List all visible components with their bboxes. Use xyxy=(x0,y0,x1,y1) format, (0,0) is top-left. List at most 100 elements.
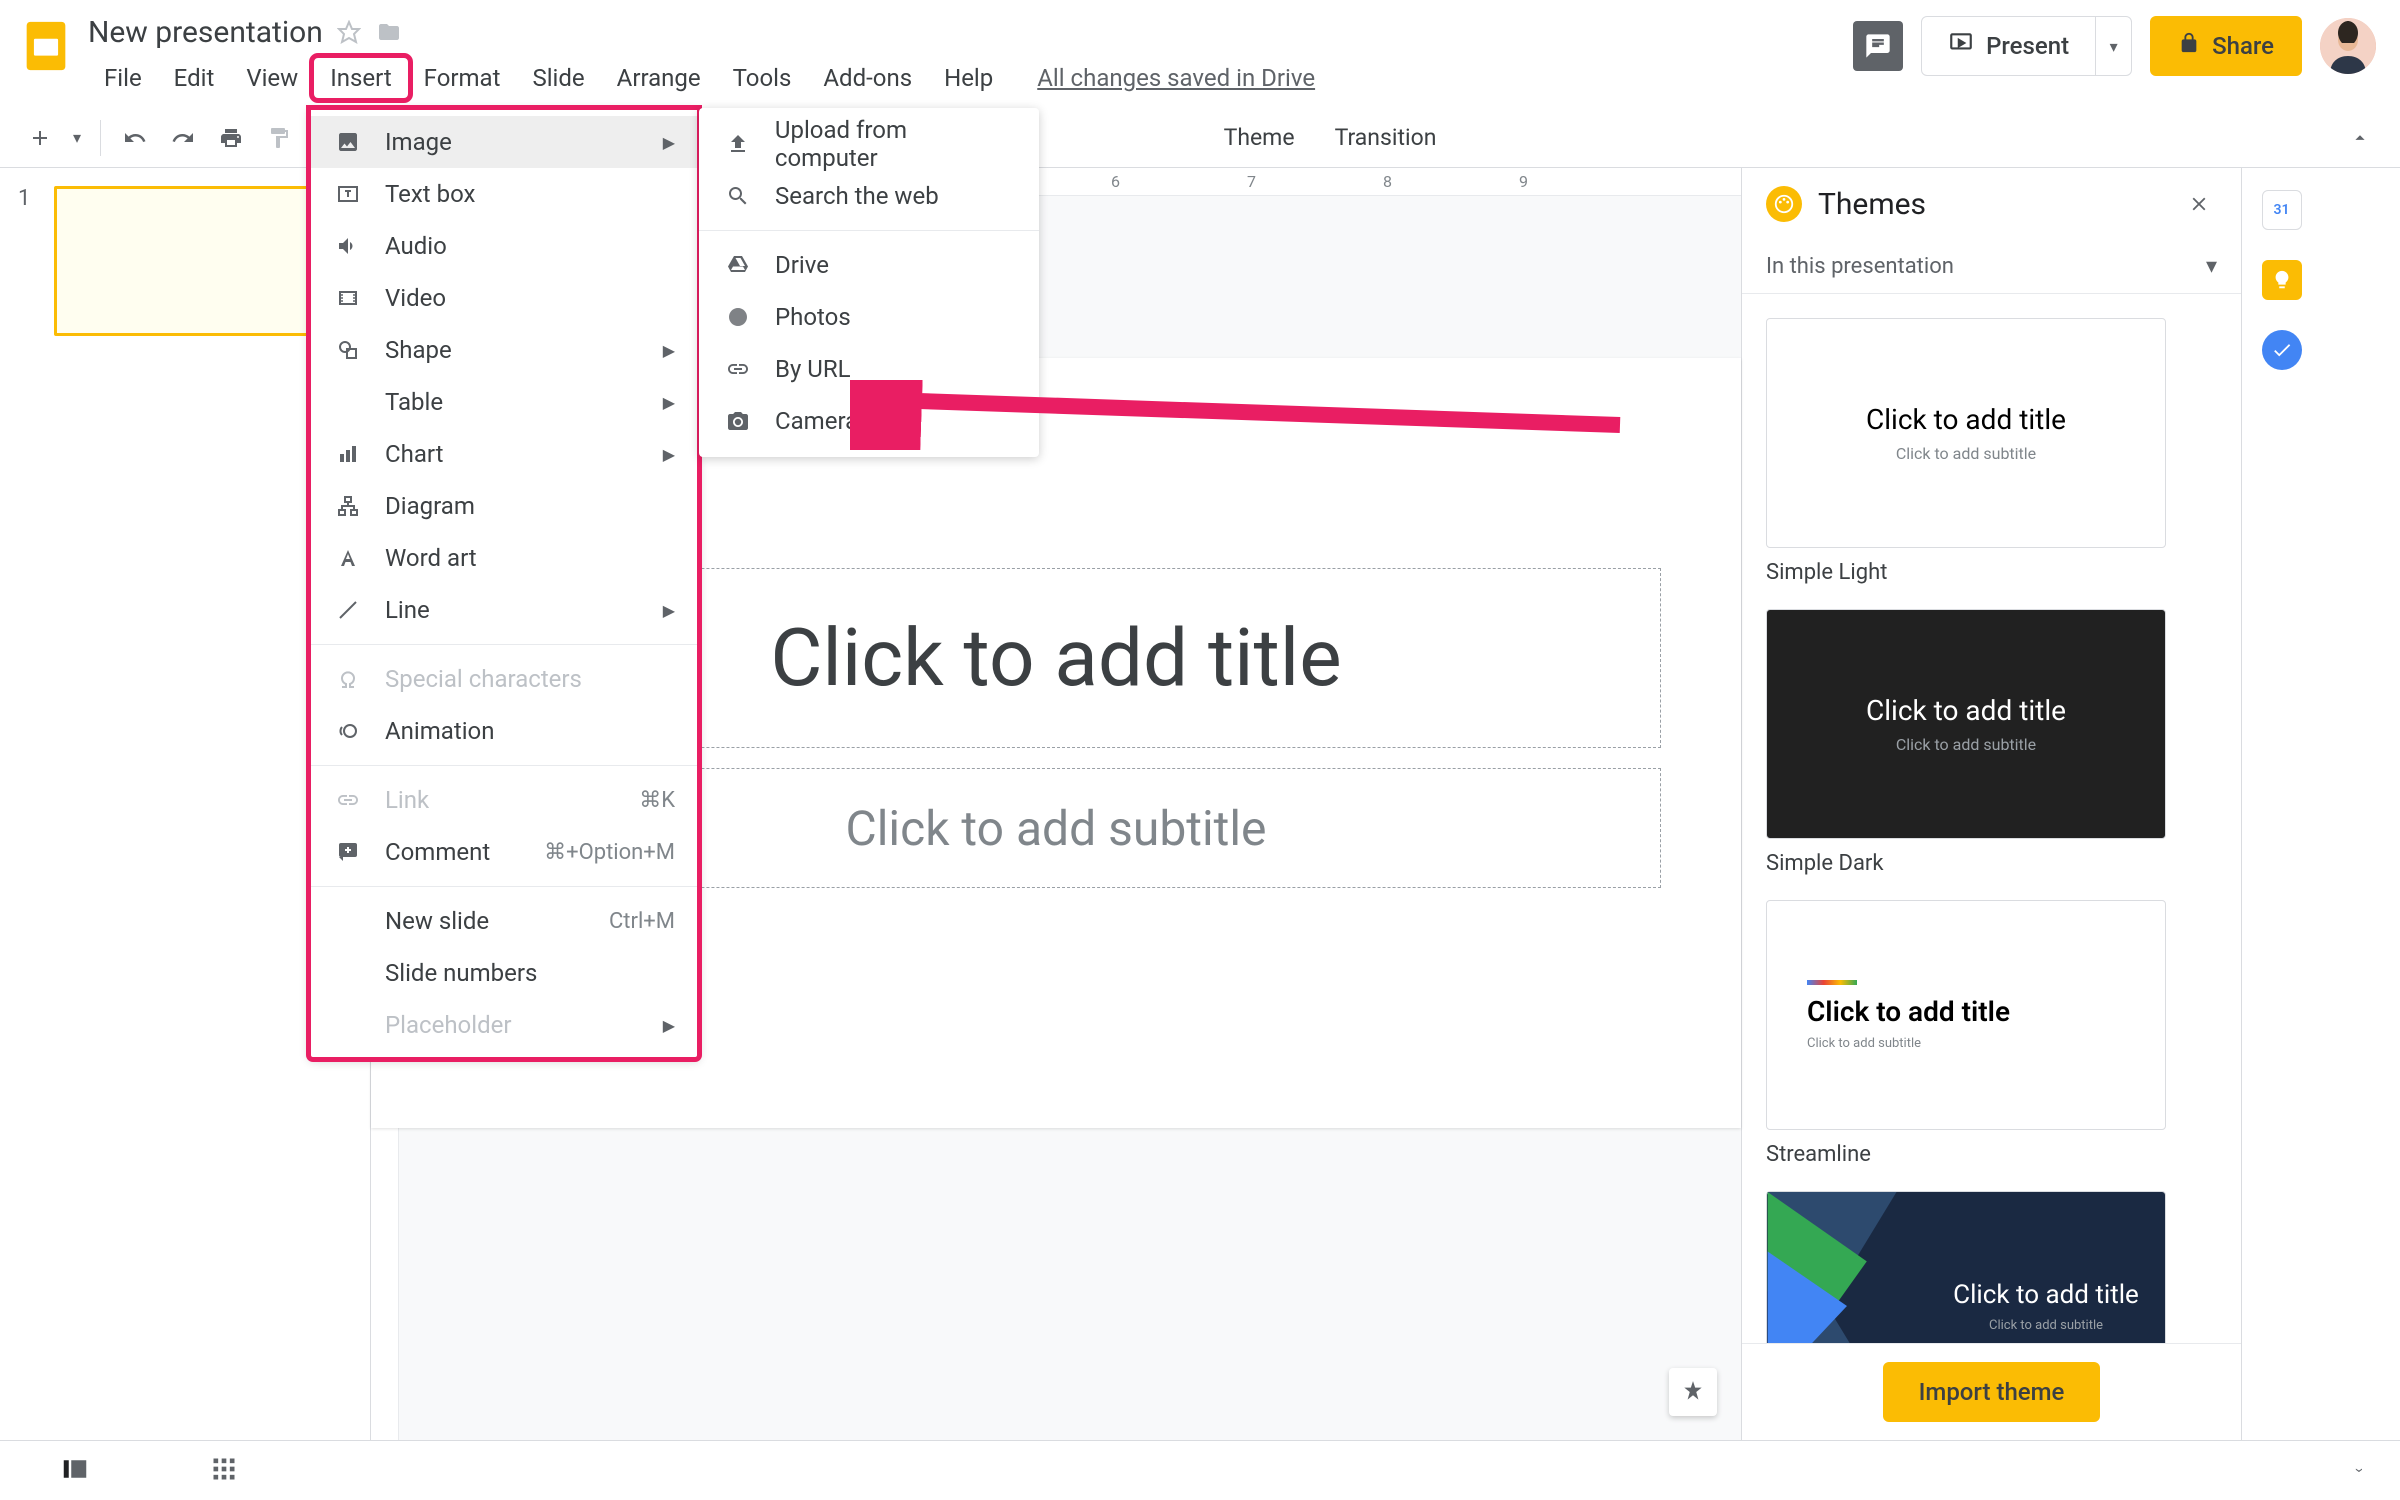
omega-icon xyxy=(333,667,363,691)
toolbar-theme[interactable]: Theme xyxy=(1206,124,1313,151)
image-upload-computer[interactable]: Upload from computer xyxy=(699,118,1039,170)
camera-icon xyxy=(723,409,753,433)
image-search-web[interactable]: Search the web xyxy=(699,170,1039,222)
image-icon xyxy=(333,130,363,154)
new-slide-button[interactable] xyxy=(18,116,62,160)
paint-format-button[interactable] xyxy=(257,116,301,160)
line-icon xyxy=(333,598,363,622)
insert-slide-numbers[interactable]: Slide numbers xyxy=(309,947,699,999)
shape-icon xyxy=(333,338,363,362)
image-drive[interactable]: Drive xyxy=(699,239,1039,291)
menu-edit[interactable]: Edit xyxy=(158,58,231,98)
menubar: File Edit View Insert Format Slide Arran… xyxy=(88,56,1315,100)
menu-format[interactable]: Format xyxy=(408,58,517,98)
image-by-url[interactable]: By URL xyxy=(699,343,1039,395)
menu-help[interactable]: Help xyxy=(928,58,1009,98)
print-button[interactable] xyxy=(209,116,253,160)
menu-arrange[interactable]: Arrange xyxy=(601,58,717,98)
open-comments-button[interactable] xyxy=(1853,21,1903,71)
textbox-icon xyxy=(333,182,363,206)
insert-diagram[interactable]: Diagram xyxy=(309,480,699,532)
filmstrip-view-button[interactable] xyxy=(60,1454,90,1488)
app-header: New presentation File Edit View Insert F… xyxy=(0,0,2400,108)
insert-audio[interactable]: Audio xyxy=(309,220,699,272)
insert-video[interactable]: Video xyxy=(309,272,699,324)
insert-chart[interactable]: Chart▶ xyxy=(309,428,699,480)
import-theme-button[interactable]: Import theme xyxy=(1883,1362,2101,1422)
toolbar-transition[interactable]: Transition xyxy=(1317,124,1455,151)
themes-subhead[interactable]: In this presentation ▾ xyxy=(1742,240,2241,294)
share-label: Share xyxy=(2212,32,2274,60)
new-slide-dropdown[interactable]: ▾ xyxy=(66,116,88,160)
insert-special-chars: Special characters xyxy=(309,653,699,705)
drive-icon xyxy=(723,253,753,277)
menu-view[interactable]: View xyxy=(230,58,314,98)
explore-button[interactable] xyxy=(1669,1368,1717,1416)
themes-list[interactable]: Click to add titleClick to add subtitle … xyxy=(1742,294,2241,1343)
theme-simple-light[interactable]: Click to add titleClick to add subtitle … xyxy=(1766,318,2217,585)
menu-tools[interactable]: Tools xyxy=(717,58,808,98)
close-themes-button[interactable] xyxy=(2181,186,2217,222)
insert-textbox[interactable]: Text box xyxy=(309,168,699,220)
lock-icon xyxy=(2178,32,2200,60)
menu-file[interactable]: File xyxy=(88,58,158,98)
footer: ‹ xyxy=(0,1440,2400,1500)
doc-title[interactable]: New presentation xyxy=(88,15,323,50)
search-icon xyxy=(723,184,753,208)
link-icon xyxy=(333,788,363,812)
slide-thumbnail-1[interactable]: 1 xyxy=(18,186,352,336)
themes-panel: Themes In this presentation ▾ Click to a… xyxy=(1741,168,2241,1440)
thumb-preview[interactable] xyxy=(54,186,314,336)
redo-button[interactable] xyxy=(161,116,205,160)
image-photos[interactable]: Photos xyxy=(699,291,1039,343)
slide-number: 1 xyxy=(18,186,42,336)
star-icon[interactable] xyxy=(335,18,363,46)
themes-icon xyxy=(1766,186,1802,222)
insert-new-slide[interactable]: New slideCtrl+M xyxy=(309,895,699,947)
show-side-panel-button[interactable]: ‹ xyxy=(2348,1468,2367,1473)
tasks-addon-icon[interactable] xyxy=(2262,330,2302,370)
insert-wordart[interactable]: Word art xyxy=(309,532,699,584)
url-link-icon xyxy=(723,357,753,381)
slides-logo[interactable] xyxy=(12,12,80,80)
keep-addon-icon[interactable] xyxy=(2262,260,2302,300)
insert-shape[interactable]: Shape▶ xyxy=(309,324,699,376)
themes-title: Themes xyxy=(1818,187,2165,222)
header-actions: Present ▾ Share xyxy=(1853,12,2376,80)
insert-menu-dropdown: Image ▶ Text box Audio Video Shape▶ Tabl… xyxy=(309,108,699,1059)
side-panel-rail: 31 xyxy=(2241,168,2321,1440)
save-status[interactable]: All changes saved in Drive xyxy=(1037,64,1315,92)
image-submenu: Upload from computer Search the web Driv… xyxy=(699,108,1039,457)
insert-animation[interactable]: Animation xyxy=(309,705,699,757)
calendar-addon-icon[interactable]: 31 xyxy=(2262,190,2302,230)
insert-link: Link⌘K xyxy=(309,774,699,826)
undo-button[interactable] xyxy=(113,116,157,160)
hide-menus-button[interactable] xyxy=(2338,116,2382,160)
menu-addons[interactable]: Add-ons xyxy=(807,58,928,98)
present-button[interactable]: Present ▾ xyxy=(1921,16,2132,76)
menu-slide[interactable]: Slide xyxy=(516,58,600,98)
title-area: New presentation File Edit View Insert F… xyxy=(80,12,1315,100)
theme-streamline[interactable]: Click to add titleClick to add subtitle … xyxy=(1766,900,2217,1167)
image-camera[interactable]: Camera xyxy=(699,395,1039,447)
insert-placeholder: Placeholder▶ xyxy=(309,999,699,1051)
submenu-arrow-icon: ▶ xyxy=(663,133,675,152)
account-avatar[interactable] xyxy=(2320,18,2376,74)
animation-icon xyxy=(333,719,363,743)
audio-icon xyxy=(333,234,363,258)
video-icon xyxy=(333,286,363,310)
move-folder-icon[interactable] xyxy=(375,18,403,46)
comment-icon xyxy=(333,840,363,864)
present-icon xyxy=(1948,30,1974,62)
grid-view-button[interactable] xyxy=(210,1455,238,1487)
present-dropdown[interactable]: ▾ xyxy=(2095,16,2131,76)
theme-focus[interactable]: Click to add titleClick to add subtitle xyxy=(1766,1191,2217,1343)
insert-comment[interactable]: Comment⌘+Option+M xyxy=(309,826,699,878)
insert-image[interactable]: Image ▶ xyxy=(309,116,699,168)
insert-line[interactable]: Line▶ xyxy=(309,584,699,636)
wordart-icon xyxy=(333,546,363,570)
insert-table[interactable]: Table▶ xyxy=(309,376,699,428)
share-button[interactable]: Share xyxy=(2150,16,2302,76)
menu-insert[interactable]: Insert xyxy=(314,58,407,98)
theme-simple-dark[interactable]: Click to add titleClick to add subtitle … xyxy=(1766,609,2217,876)
